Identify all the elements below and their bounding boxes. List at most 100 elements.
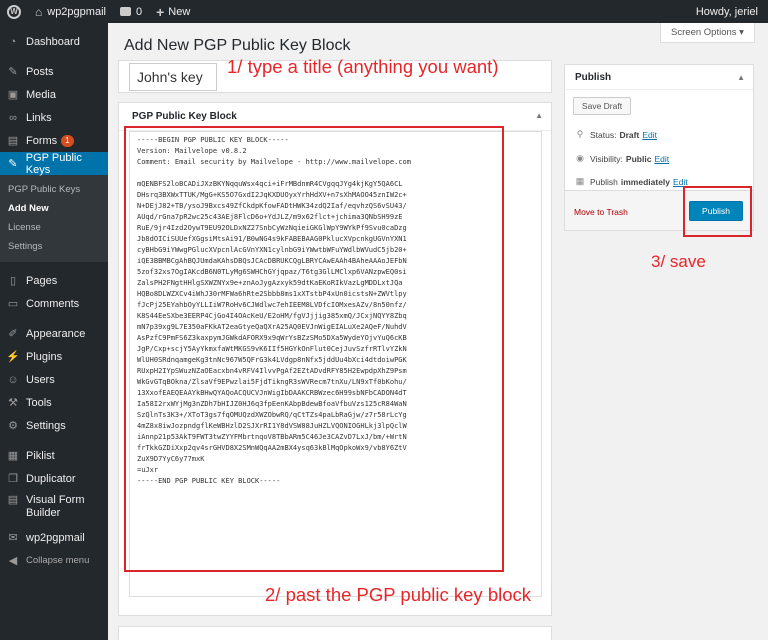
sidebar-item-settings[interactable]: ⚙ Settings <box>0 414 108 437</box>
visibility-label: Visibility: <box>590 153 623 164</box>
sidebar-item-dashboard[interactable]: ◔ Dashboard <box>0 30 108 53</box>
users-icon: ☺ <box>7 373 19 386</box>
pushpin-icon: ✎ <box>8 66 18 78</box>
sidebar-item-pgp-public-keys[interactable]: ✎ PGP Public Keys <box>0 151 108 176</box>
comments-link[interactable]: 0 <box>113 0 149 23</box>
sidebar-item-label: Plugins <box>26 350 63 363</box>
sidebar-item-duplicator[interactable]: ❐ Duplicator <box>0 467 108 490</box>
dashboard-icon: ◔ <box>9 35 17 48</box>
sidebar-item-label: Appearance <box>26 327 86 340</box>
sidebar-item-forms[interactable]: ▤ Forms 1 <box>0 129 108 152</box>
site-name-link[interactable]: ⌂ wp2pgpmail <box>28 0 113 23</box>
submenu-add-new[interactable]: Add New <box>0 199 108 218</box>
sidebar-item-label: Tools <box>26 396 52 409</box>
eye-icon: ◉ <box>576 153 584 163</box>
comments-count: 0 <box>135 5 143 18</box>
highlight-box-publish <box>683 186 752 237</box>
calendar-icon: ▦ <box>575 176 585 186</box>
sidebar-item-posts[interactable]: ✎ Posts <box>0 60 108 83</box>
sidebar-item-tools[interactable]: ⚒ Tools <box>0 391 108 414</box>
sidebar-item-pages[interactable]: ▯ Pages <box>0 269 108 292</box>
pin-icon: ⚲ <box>576 129 584 139</box>
bottom-metabox <box>118 626 552 640</box>
new-content-menu[interactable]: + New <box>149 0 197 23</box>
pgp-submenu: PGP Public Keys Add New License Settings <box>0 175 108 262</box>
publish-time-row: ▦ Publish immediately Edit <box>575 176 688 187</box>
annotation-step-2: 2/ past the PGP public key block <box>265 584 532 605</box>
publish-time-label: Publish <box>590 176 618 187</box>
sidebar-item-label: Visual Form Builder <box>26 494 85 519</box>
sidebar-item-label: Dashboard <box>26 35 80 48</box>
comments-icon: ▭ <box>7 298 19 310</box>
collapse-menu-button[interactable]: ◀ Collapse menu <box>0 549 108 572</box>
annotation-step-3: 3/ save <box>651 252 706 271</box>
save-draft-button[interactable]: Save Draft <box>573 97 631 115</box>
wrench-icon: ⚒ <box>8 397 18 409</box>
collapse-icon: ◀ <box>8 555 18 567</box>
piklist-icon: ▦ <box>7 450 19 462</box>
admin-bar: W ⌂ wp2pgpmail 0 + New Howdy, jeriel <box>0 0 768 23</box>
sidebar-item-visual-form-builder[interactable]: ▤ Visual Form Builder <box>0 490 108 526</box>
duplicator-icon: ❐ <box>8 473 18 485</box>
sidebar-item-label: wp2pgpmail <box>26 531 85 544</box>
edit-status-link[interactable]: Edit <box>642 130 657 140</box>
page-title: Add New PGP Public Key Block <box>124 37 351 54</box>
sidebar-item-comments[interactable]: ▭ Comments <box>0 292 108 315</box>
status-label: Status: <box>590 129 617 140</box>
admin-sidebar: ◔ Dashboard ✎ Posts ▣ Media ∞ Links ▤ Forms 1 … <box>0 23 108 640</box>
sidebar-item-label: Users <box>26 373 55 386</box>
sidebar-item-label: Settings <box>26 419 66 432</box>
screen-options-button[interactable]: Screen Options ▾ <box>660 23 755 43</box>
edit-publish-time-link[interactable]: Edit <box>673 177 688 187</box>
forms-icon: ▤ <box>7 135 19 147</box>
edit-visibility-link[interactable]: Edit <box>654 154 669 164</box>
submenu-license[interactable]: License <box>0 218 108 237</box>
visibility-value: Public <box>625 153 652 164</box>
pages-icon: ▯ <box>9 275 17 287</box>
sidebar-item-label: PGP Public Keys <box>25 151 82 176</box>
title-input[interactable]: John's key <box>129 63 217 91</box>
sidebar-item-label: Comments <box>26 297 80 310</box>
sidebar-item-label: Forms <box>26 134 58 147</box>
highlight-box-pgp <box>124 126 504 572</box>
forms-badge: 1 <box>61 134 74 147</box>
collapse-toggle-icon[interactable]: ▲ <box>737 73 745 82</box>
plus-icon: + <box>156 3 165 20</box>
collapse-toggle-icon[interactable]: ▲ <box>535 111 543 120</box>
new-label: New <box>168 5 191 18</box>
visibility-row: ◉ Visibility: Public Edit <box>575 153 669 164</box>
submenu-pgp-public-keys[interactable]: PGP Public Keys <box>0 180 108 199</box>
form-builder-icon: ▤ <box>7 494 19 506</box>
publish-title: Publish <box>565 65 753 90</box>
status-value: Draft <box>619 129 640 140</box>
account-menu[interactable]: Howdy, jeriel <box>689 0 768 23</box>
sidebar-item-label: Media <box>26 88 56 101</box>
sidebar-item-label: Duplicator <box>26 472 76 485</box>
sidebar-item-users[interactable]: ☺ Users <box>0 368 108 391</box>
publish-time-value: immediately <box>620 176 671 187</box>
plugin-icon: ⚡ <box>6 351 20 363</box>
sidebar-item-label: Pages <box>26 274 58 287</box>
sidebar-item-plugins[interactable]: ⚡ Plugins <box>0 345 108 368</box>
wp-logo-menu[interactable]: W <box>0 0 28 23</box>
brush-icon: ✐ <box>8 328 18 340</box>
annotation-step-1: 1/ type a title (anything you want) <box>227 56 499 77</box>
settings-icon: ⚙ <box>8 420 18 432</box>
sidebar-item-label: Piklist <box>26 449 55 462</box>
sidebar-item-media[interactable]: ▣ Media <box>0 83 108 106</box>
sidebar-item-links[interactable]: ∞ Links <box>0 106 108 129</box>
sidebar-item-label: Posts <box>26 65 54 78</box>
greeting: Howdy, jeriel <box>695 5 758 18</box>
move-to-trash-link[interactable]: Move to Trash <box>574 207 628 217</box>
sidebar-item-wp2pgpmail[interactable]: ✉ wp2pgpmail <box>0 526 108 549</box>
status-row: ⚲ Status: Draft Edit <box>575 129 657 140</box>
site-name: wp2pgpmail <box>47 5 106 18</box>
link-icon: ∞ <box>9 111 17 124</box>
media-icon: ▣ <box>7 89 19 101</box>
sidebar-item-label: Collapse menu <box>26 555 90 566</box>
submenu-settings[interactable]: Settings <box>0 237 108 256</box>
sidebar-item-piklist[interactable]: ▦ Piklist <box>0 444 108 467</box>
mail-icon: ✉ <box>8 532 18 544</box>
home-icon: ⌂ <box>35 4 43 19</box>
sidebar-item-appearance[interactable]: ✐ Appearance <box>0 322 108 345</box>
